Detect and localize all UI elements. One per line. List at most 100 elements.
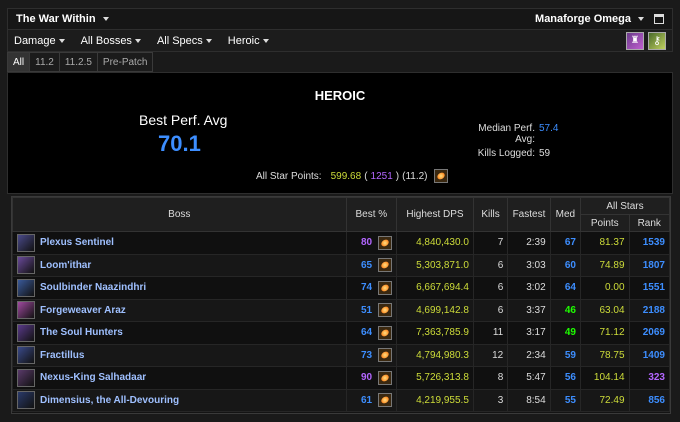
kills-logged-value: 59: [539, 148, 551, 159]
all-star-rank-cell[interactable]: 2188: [628, 298, 671, 322]
boss-name[interactable]: Fractillus: [40, 350, 84, 361]
boss-name[interactable]: Plexus Sentinel: [40, 237, 114, 248]
kills-count: 6: [472, 253, 509, 277]
median-percent: 56: [549, 366, 582, 390]
table-row[interactable]: Forgeweaver Araz 51 4,699,142.8 6 3:37 46 63.0…: [12, 298, 671, 322]
difficulty-dropdown[interactable]: Heroic: [228, 35, 269, 47]
highest-dps: 4,699,142.8: [396, 298, 474, 322]
spark-icon[interactable]: [378, 348, 393, 363]
all-star-rank-cell[interactable]: 323: [628, 366, 671, 390]
boss-name[interactable]: The Soul Hunters: [40, 327, 123, 338]
expansion-dropdown[interactable]: The War Within: [16, 13, 109, 25]
best-cell: 61: [345, 388, 398, 412]
boss-cell[interactable]: Loom'ithar: [12, 253, 347, 277]
col-rank[interactable]: Rank: [628, 214, 671, 232]
table-row[interactable]: Soulbinder Naazindhri 74 6,667,694.4 6 3:02 6…: [12, 276, 671, 300]
boss-icon: [17, 278, 35, 297]
chevron-down-icon: [638, 17, 644, 21]
all-star-points-cell: 81.37: [580, 231, 630, 255]
boss-name[interactable]: Nexus-King Salhadaar: [40, 372, 146, 383]
all-star-rank-cell[interactable]: 1409: [628, 343, 671, 367]
spark-icon[interactable]: [378, 235, 393, 250]
spark-icon[interactable]: [378, 303, 393, 318]
best-percent: 64: [360, 327, 373, 339]
col-dps[interactable]: Highest DPS: [396, 197, 474, 232]
boss-dropdown[interactable]: All Bosses: [81, 35, 141, 47]
filter-bar: Damage All Bosses All Specs Heroic ♜ ⚷: [7, 30, 673, 52]
best-cell: 51: [345, 298, 398, 322]
spark-icon[interactable]: [378, 280, 393, 295]
all-star-points-cell: 104.14: [580, 366, 630, 390]
median-label: Median Perf. Avg:: [478, 123, 535, 145]
boss-icon: [17, 391, 35, 410]
difficulty-filter-label: Heroic: [227, 34, 260, 47]
kills-logged-label: Kills Logged:: [477, 148, 535, 159]
table-row[interactable]: Fractillus 73 4,794,980.3 12 2:34 59 78.75 1409: [12, 343, 671, 367]
chevron-down-icon: [102, 17, 109, 21]
fastest-time: 5:47: [507, 366, 551, 390]
boss-icon: [17, 233, 35, 252]
spark-icon[interactable]: [378, 393, 393, 408]
spec-filter-label: All Specs: [156, 34, 203, 47]
spark-icon[interactable]: [378, 370, 393, 385]
boss-cell[interactable]: Soulbinder Naazindhri: [12, 276, 347, 300]
boss-name[interactable]: Soulbinder Naazindhri: [40, 282, 146, 293]
col-fastest[interactable]: Fastest: [507, 197, 551, 232]
expansion-label: The War Within: [16, 13, 96, 25]
boss-name[interactable]: Forgeweaver Araz: [40, 305, 126, 316]
best-percent: 61: [360, 394, 373, 406]
key-icon[interactable]: ⚷: [648, 31, 666, 50]
all-star-rank-cell[interactable]: 856: [628, 388, 671, 412]
col-best[interactable]: Best %: [345, 197, 398, 232]
spec-dropdown[interactable]: All Specs: [157, 35, 212, 47]
best-percent: 74: [360, 282, 373, 294]
zone-dropdown[interactable]: Manaforge Omega: [535, 13, 644, 25]
fastest-time: 2:39: [507, 231, 551, 255]
table-row[interactable]: Loom'ithar 65 5,303,871.0 6 3:03 60 74.89 1807: [12, 253, 671, 277]
table-row[interactable]: Nexus-King Salhadaar 90 5,726,313.8 8 5:47 56…: [12, 366, 671, 390]
tab-11-2-5[interactable]: 11.2.5: [59, 52, 98, 72]
boss-cell[interactable]: Nexus-King Salhadaar: [12, 366, 347, 390]
col-all-stars: All Stars: [580, 197, 670, 215]
spark-icon[interactable]: [433, 169, 448, 183]
table-row[interactable]: Dimensius, the All-Devouring 61 4,219,955.…: [12, 388, 671, 412]
table-row[interactable]: Plexus Sentinel 80 4,840,430.0 7 2:39 67 81.37…: [12, 231, 671, 255]
group-icon[interactable]: ♜: [626, 31, 644, 50]
tab-all[interactable]: All: [7, 52, 31, 72]
table-row[interactable]: The Soul Hunters 64 7,363,785.9 11 3:17 49 71.…: [12, 321, 671, 345]
col-points[interactable]: Points: [580, 214, 630, 232]
kills-count: 6: [472, 298, 509, 322]
col-kills[interactable]: Kills: [472, 197, 509, 232]
median-percent: 67: [549, 231, 582, 255]
median-percent: 49: [549, 321, 582, 345]
all-star-points-cell: 63.04: [580, 298, 630, 322]
boss-name[interactable]: Dimensius, the All-Devouring: [40, 395, 179, 406]
all-star-label: All Star Points:: [256, 170, 322, 182]
all-star-rank-cell[interactable]: 1539: [628, 231, 671, 255]
all-star-rank-cell[interactable]: 1551: [628, 276, 671, 300]
col-med[interactable]: Med: [549, 197, 582, 232]
all-star-points-cell: 78.75: [580, 343, 630, 367]
window-maximize-icon[interactable]: [654, 14, 664, 24]
boss-cell[interactable]: Plexus Sentinel: [12, 231, 347, 255]
boss-cell[interactable]: Forgeweaver Araz: [12, 298, 347, 322]
metric-dropdown[interactable]: Damage: [14, 35, 65, 47]
spark-icon[interactable]: [378, 325, 393, 340]
tab-pre-patch[interactable]: Pre-Patch: [97, 52, 154, 72]
boss-cell[interactable]: The Soul Hunters: [12, 321, 347, 345]
all-star-rank-cell[interactable]: 2069: [628, 321, 671, 345]
chevron-down-icon: [58, 38, 65, 43]
boss-name[interactable]: Loom'ithar: [40, 260, 91, 271]
median-percent: 64: [549, 276, 582, 300]
boss-cell[interactable]: Fractillus: [12, 343, 347, 367]
col-boss[interactable]: Boss: [12, 197, 347, 232]
boss-cell[interactable]: Dimensius, the All-Devouring: [12, 388, 347, 412]
best-percent: 65: [360, 259, 373, 271]
best-perf-label: Best Perf. Avg: [139, 112, 228, 128]
best-percent: 73: [360, 349, 373, 361]
all-star-rank-cell[interactable]: 1807: [628, 253, 671, 277]
spark-icon[interactable]: [378, 258, 393, 273]
median-percent: 46: [549, 298, 582, 322]
tab-11-2[interactable]: 11.2: [30, 52, 60, 72]
fastest-time: 3:02: [507, 276, 551, 300]
